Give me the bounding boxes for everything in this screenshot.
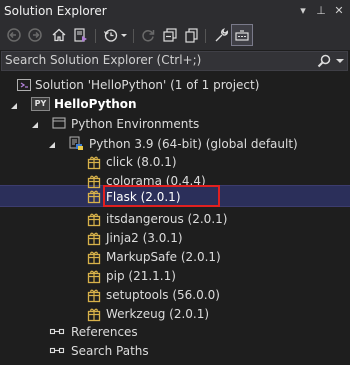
toolbar-separator bbox=[95, 29, 96, 43]
window-dropdown-icon[interactable]: ▾ bbox=[296, 4, 310, 18]
history-dropdown-icon[interactable] bbox=[119, 25, 129, 45]
package-icon bbox=[86, 188, 102, 204]
properties-icon[interactable] bbox=[211, 25, 231, 45]
toolbar-separator bbox=[205, 29, 206, 43]
python-interpreter-node[interactable]: Python 3.9 (64-bit) (global default) bbox=[89, 136, 298, 152]
environments-icon bbox=[51, 115, 67, 131]
package-icon bbox=[86, 306, 102, 322]
pin-icon[interactable]: ⊥ bbox=[314, 4, 328, 18]
python-project-icon: PY bbox=[31, 97, 50, 111]
references-node[interactable]: References bbox=[71, 324, 138, 340]
package-node-click[interactable]: click (8.0.1) bbox=[106, 154, 177, 170]
package-icon bbox=[86, 268, 102, 284]
package-node-werkzeug[interactable]: Werkzeug (2.0.1) bbox=[106, 306, 209, 322]
package-icon bbox=[86, 173, 102, 189]
package-node-pip[interactable]: pip (21.1.1) bbox=[106, 268, 176, 284]
package-node-itsdangerous[interactable]: itsdangerous (2.0.1) bbox=[106, 211, 227, 227]
package-icon bbox=[86, 154, 102, 170]
toolbar-separator bbox=[133, 29, 134, 43]
expanded-arrow-icon[interactable] bbox=[30, 119, 40, 129]
forward-icon[interactable] bbox=[25, 25, 45, 45]
search-input[interactable]: Search Solution Explorer (Ctrl+;) bbox=[5, 53, 201, 67]
package-icon bbox=[86, 287, 102, 303]
project-node[interactable]: HelloPython bbox=[54, 96, 137, 112]
history-icon[interactable] bbox=[101, 25, 121, 45]
package-icon bbox=[86, 211, 102, 227]
package-node-jinja2[interactable]: Jinja2 (3.0.1) bbox=[106, 230, 183, 246]
python-environments-node[interactable]: Python Environments bbox=[71, 116, 199, 132]
search-paths-icon bbox=[49, 343, 65, 359]
expanded-arrow-icon[interactable] bbox=[47, 139, 57, 149]
package-node-setuptools[interactable]: setuptools (56.0.0) bbox=[106, 287, 220, 303]
search-paths-node[interactable]: Search Paths bbox=[71, 343, 149, 359]
package-node-markupsafe[interactable]: MarkupSafe (2.0.1) bbox=[106, 249, 221, 265]
solution-node[interactable]: Solution 'HelloPython' (1 of 1 project) bbox=[35, 77, 259, 93]
close-icon[interactable]: ✕ bbox=[332, 4, 346, 18]
home-icon[interactable] bbox=[49, 25, 69, 45]
package-icon bbox=[86, 230, 102, 246]
back-icon[interactable] bbox=[4, 25, 24, 45]
search-options-dropdown-icon[interactable] bbox=[334, 53, 346, 69]
package-icon bbox=[86, 249, 102, 265]
expanded-arrow-icon[interactable] bbox=[9, 100, 19, 110]
show-all-files-icon[interactable] bbox=[182, 25, 202, 45]
search-icon[interactable] bbox=[316, 53, 332, 69]
sync-with-active-document-icon[interactable] bbox=[71, 25, 91, 45]
highlight-box bbox=[103, 185, 220, 207]
solution-icon bbox=[16, 77, 32, 93]
references-icon bbox=[49, 324, 65, 340]
refresh-icon[interactable] bbox=[138, 25, 158, 45]
preview-selected-items-icon[interactable] bbox=[231, 24, 253, 46]
collapse-all-icon[interactable] bbox=[160, 25, 180, 45]
python-interpreter-icon bbox=[68, 135, 84, 151]
window-title: Solution Explorer bbox=[4, 4, 107, 18]
